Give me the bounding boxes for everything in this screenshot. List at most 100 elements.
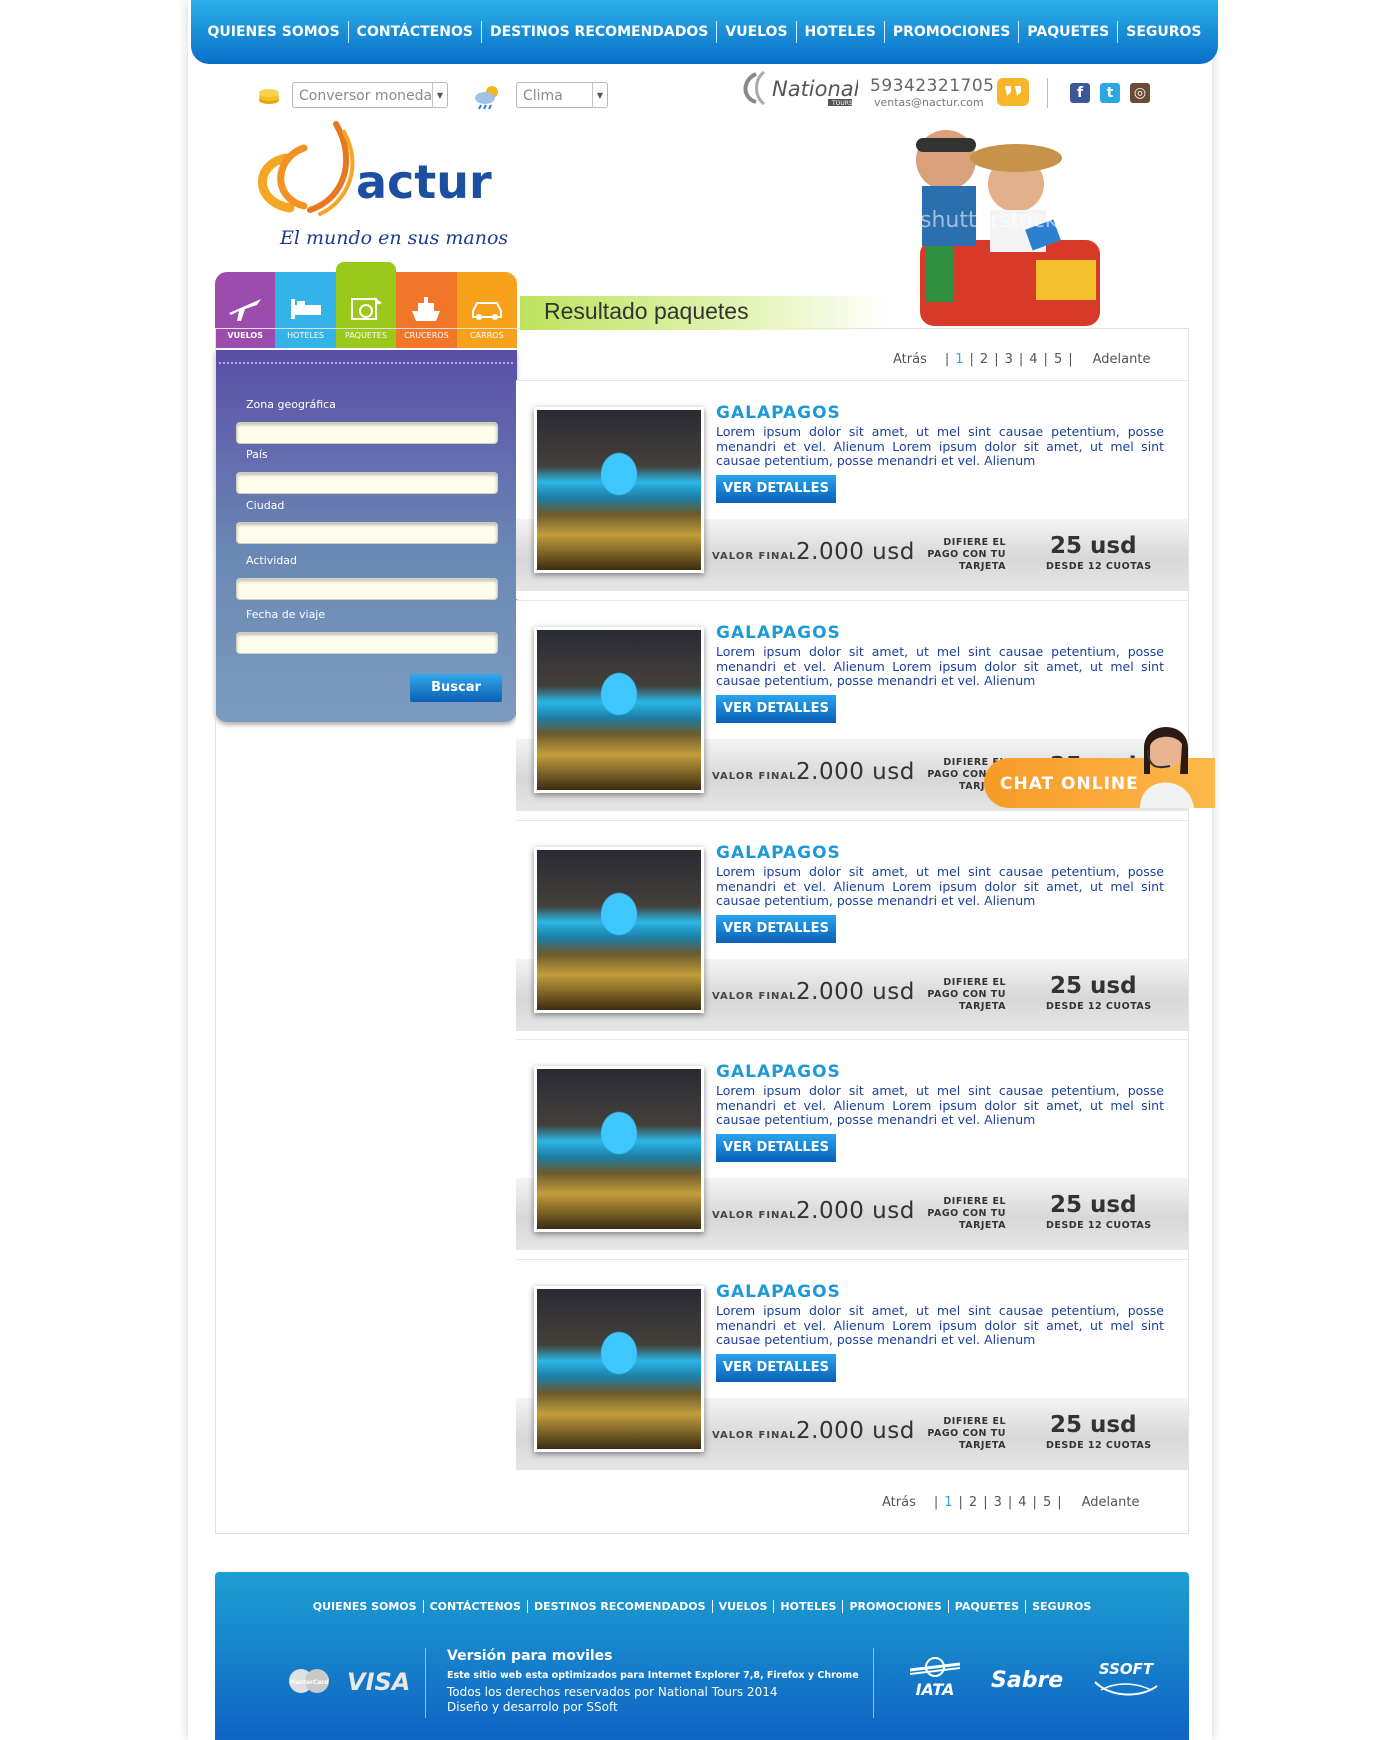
pager-page-2[interactable]: 2 — [969, 1495, 977, 1510]
pager-page-1[interactable]: 1 — [955, 352, 963, 367]
chevron-down-icon: ▼ — [432, 83, 447, 107]
package-description: Lorem ipsum dolor sit amet, ut mel sint … — [716, 644, 1164, 688]
package-title[interactable]: GALAPAGOS — [716, 843, 841, 863]
pager-page-4[interactable]: 4 — [1018, 1495, 1026, 1510]
installment-note: DESDE 12 CUOTAS — [1046, 561, 1152, 572]
nav-quienes-somos[interactable]: QUIENES SOMOS — [199, 21, 347, 43]
nav-destinos[interactable]: DESTINOS RECOMENDADOS — [480, 21, 716, 43]
defer-line: PAGO CON TU — [927, 549, 1006, 560]
nav-promociones[interactable]: PROMOCIONES — [883, 21, 1019, 43]
package-card: GALAPAGOS Lorem ipsum dolor sit amet, ut… — [516, 820, 1188, 1039]
pager-separator: | — [1032, 1495, 1037, 1510]
nav-contactenos[interactable]: CONTÁCTENOS — [347, 21, 481, 43]
plane-icon — [229, 299, 262, 321]
package-title[interactable]: GALAPAGOS — [716, 1282, 841, 1302]
pager-page-5[interactable]: 5 — [1043, 1495, 1051, 1510]
twitter-icon[interactable]: t — [1100, 83, 1120, 103]
nav-vuelos[interactable]: VUELOS — [716, 21, 795, 43]
pager-separator: | — [983, 1495, 988, 1510]
package-image[interactable] — [534, 627, 704, 793]
partner-sub: TOURS — [831, 100, 853, 107]
ssoft-label: SSOFT — [1098, 1660, 1154, 1678]
footer-nav-destinos[interactable]: DESTINOS RECOMENDADOS — [526, 1600, 712, 1613]
instagram-icon[interactable]: ◎ — [1130, 83, 1150, 103]
view-details-button[interactable]: VER DETALLES — [716, 915, 836, 943]
package-image[interactable] — [534, 407, 704, 573]
footer-nav-quienes-somos[interactable]: QUIENES SOMOS — [307, 1600, 423, 1613]
chat-label[interactable]: CHAT ONLINE — [1000, 774, 1139, 794]
footer-nav-seguros[interactable]: SEGUROS — [1025, 1600, 1097, 1613]
final-price: 2.000 usd — [796, 759, 915, 785]
package-title[interactable]: GALAPAGOS — [716, 623, 841, 643]
package-description: Lorem ipsum dolor sit amet, ut mel sint … — [716, 864, 1164, 908]
chat-online-widget[interactable]: CHAT ONLINE — [984, 704, 1215, 808]
pager-page-5[interactable]: 5 — [1054, 352, 1062, 367]
partner-name: National — [772, 77, 858, 101]
view-details-button[interactable]: VER DETALLES — [716, 695, 836, 723]
pager-separator: | — [1018, 352, 1024, 367]
nav-hoteles[interactable]: HOTELES — [795, 21, 884, 43]
pager-separator: | — [969, 352, 974, 367]
pager-page-1[interactable]: 1 — [944, 1495, 952, 1510]
pager-next[interactable]: Adelante — [1082, 1495, 1140, 1510]
view-details-button[interactable]: VER DETALLES — [716, 475, 836, 503]
package-title[interactable]: GALAPAGOS — [716, 403, 841, 423]
package-image[interactable] — [534, 1286, 704, 1452]
pager-page-2[interactable]: 2 — [980, 352, 988, 367]
nav-paquetes[interactable]: PAQUETES — [1018, 21, 1117, 43]
currency-select-value: Conversor moneda — [299, 88, 433, 104]
package-title[interactable]: GALAPAGOS — [716, 1062, 841, 1082]
footer-nav-hoteles[interactable]: HOTELES — [773, 1600, 842, 1613]
pager-prev[interactable]: Atrás — [882, 1495, 916, 1510]
final-value-label: VALOR FINAL — [712, 551, 797, 562]
final-price: 2.000 usd — [796, 539, 915, 565]
nav-seguros[interactable]: SEGUROS — [1117, 21, 1209, 43]
package-image[interactable] — [534, 847, 704, 1013]
installment-note: DESDE 12 CUOTAS — [1046, 1440, 1152, 1451]
view-details-button[interactable]: VER DETALLES — [716, 1134, 836, 1162]
defer-payment-note: DIFIERE EL PAGO CON TU TARJETA — [906, 1416, 1006, 1452]
pager-next[interactable]: Adelante — [1093, 352, 1151, 367]
iata-logo: IATA — [905, 1656, 965, 1702]
package-card: GALAPAGOS Lorem ipsum dolor sit amet, ut… — [516, 1039, 1188, 1258]
footer-info: Versión para moviles Este sitio web esta… — [447, 1648, 859, 1715]
defer-line: DIFIERE EL — [943, 537, 1006, 548]
footer-nav-paquetes[interactable]: PAQUETES — [947, 1600, 1025, 1613]
defer-line: TARJETA — [958, 1001, 1006, 1012]
iata-label: IATA — [915, 1680, 955, 1699]
view-details-button[interactable]: VER DETALLES — [716, 1354, 836, 1382]
defer-payment-note: DIFIERE EL PAGO CON TU TARJETA — [906, 1196, 1006, 1232]
mobile-version-link[interactable]: Versión para moviles — [447, 1648, 859, 1664]
defer-line: DIFIERE EL — [943, 1416, 1006, 1427]
ship-icon — [412, 297, 441, 321]
installment-price: 25 usd — [1050, 533, 1137, 559]
defer-line: DIFIERE EL — [943, 977, 1006, 988]
chat-bubble-icon[interactable] — [997, 78, 1029, 106]
pager-page-3[interactable]: 3 — [1005, 352, 1013, 367]
pagination-top: Atrás | 1 | 2 | 3 | 4 | 5 | Adelante — [893, 352, 1150, 367]
car-icon — [471, 302, 502, 320]
divider — [1047, 78, 1048, 108]
installment-note: DESDE 12 CUOTAS — [1046, 1220, 1152, 1231]
pagination-bottom: Atrás | 1 | 2 | 3 | 4 | 5 | Adelante — [882, 1495, 1139, 1510]
footer-nav-contactenos[interactable]: CONTÁCTENOS — [422, 1600, 527, 1613]
pager-page-3[interactable]: 3 — [994, 1495, 1002, 1510]
footer-nav-promociones[interactable]: PROMOCIONES — [842, 1600, 947, 1613]
design-credit: Diseño y desarrolo por SSoft — [447, 1700, 618, 1714]
defer-line: DIFIERE EL — [943, 1196, 1006, 1207]
visa-logo: VISA — [347, 1668, 411, 1696]
package-description: Lorem ipsum dolor sit amet, ut mel sint … — [716, 1083, 1164, 1127]
facebook-icon[interactable]: f — [1070, 83, 1090, 103]
package-image[interactable] — [534, 1066, 704, 1232]
pager-page-4[interactable]: 4 — [1029, 352, 1037, 367]
copyright: Todos los derechos reservados por Nation… — [447, 1685, 778, 1699]
defer-line: PAGO CON TU — [927, 989, 1006, 1000]
weather-select[interactable]: Clima ▼ — [516, 82, 608, 108]
currency-select[interactable]: Conversor moneda ▼ — [292, 82, 448, 108]
pager-prev[interactable]: Atrás — [893, 352, 927, 367]
package-description: Lorem ipsum dolor sit amet, ut mel sint … — [716, 424, 1164, 468]
final-price: 2.000 usd — [796, 979, 915, 1005]
final-value-label: VALOR FINAL — [712, 1210, 797, 1221]
footer-nav-vuelos[interactable]: VUELOS — [711, 1600, 774, 1613]
final-price: 2.000 usd — [796, 1418, 915, 1444]
